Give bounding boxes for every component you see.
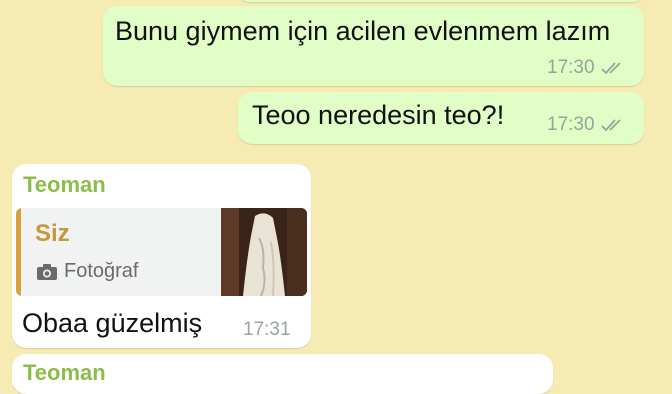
reply-accent-bar <box>16 208 21 296</box>
message-time: 17:30 <box>547 57 595 78</box>
message-bubble-outgoing[interactable]: Teoo neredesin teo?! 17:30 <box>238 92 644 144</box>
reply-type-label: Fotoğraf <box>64 260 139 282</box>
sender-name: Teoman <box>23 172 106 197</box>
message-text: Obaa güzelmiş <box>22 308 203 338</box>
message-bubble-incoming[interactable]: Teoman Siz Fotoğraf Obaa güzelmiş 17:31 <box>12 164 311 348</box>
double-check-icon <box>600 119 621 132</box>
double-check-icon <box>600 62 621 75</box>
message-meta: 17:30 <box>547 57 627 79</box>
reply-type: Fotoğraf <box>36 260 138 283</box>
message-bubble-incoming[interactable]: Teoman <box>12 354 553 394</box>
message-bubble-outgoing[interactable]: Bunu giymem için acilen evlenmem lazım 1… <box>103 6 644 86</box>
quoted-reply[interactable]: Siz Fotoğraf <box>16 208 307 296</box>
message-time: 17:31 <box>243 319 291 340</box>
message-meta: 17:31 <box>243 319 291 341</box>
message-bubble-outgoing-partial[interactable] <box>238 0 644 2</box>
message-time: 17:30 <box>547 114 595 135</box>
sender-name: Teoman <box>23 360 106 385</box>
message-meta: 17:30 <box>547 114 627 136</box>
camera-icon <box>37 263 57 280</box>
message-text: Bunu giymem için acilen evlenmem lazım <box>115 16 611 46</box>
message-text: Teoo neredesin teo?! <box>252 100 505 130</box>
reply-author: Siz <box>35 220 70 247</box>
photo-thumbnail[interactable] <box>221 208 307 296</box>
